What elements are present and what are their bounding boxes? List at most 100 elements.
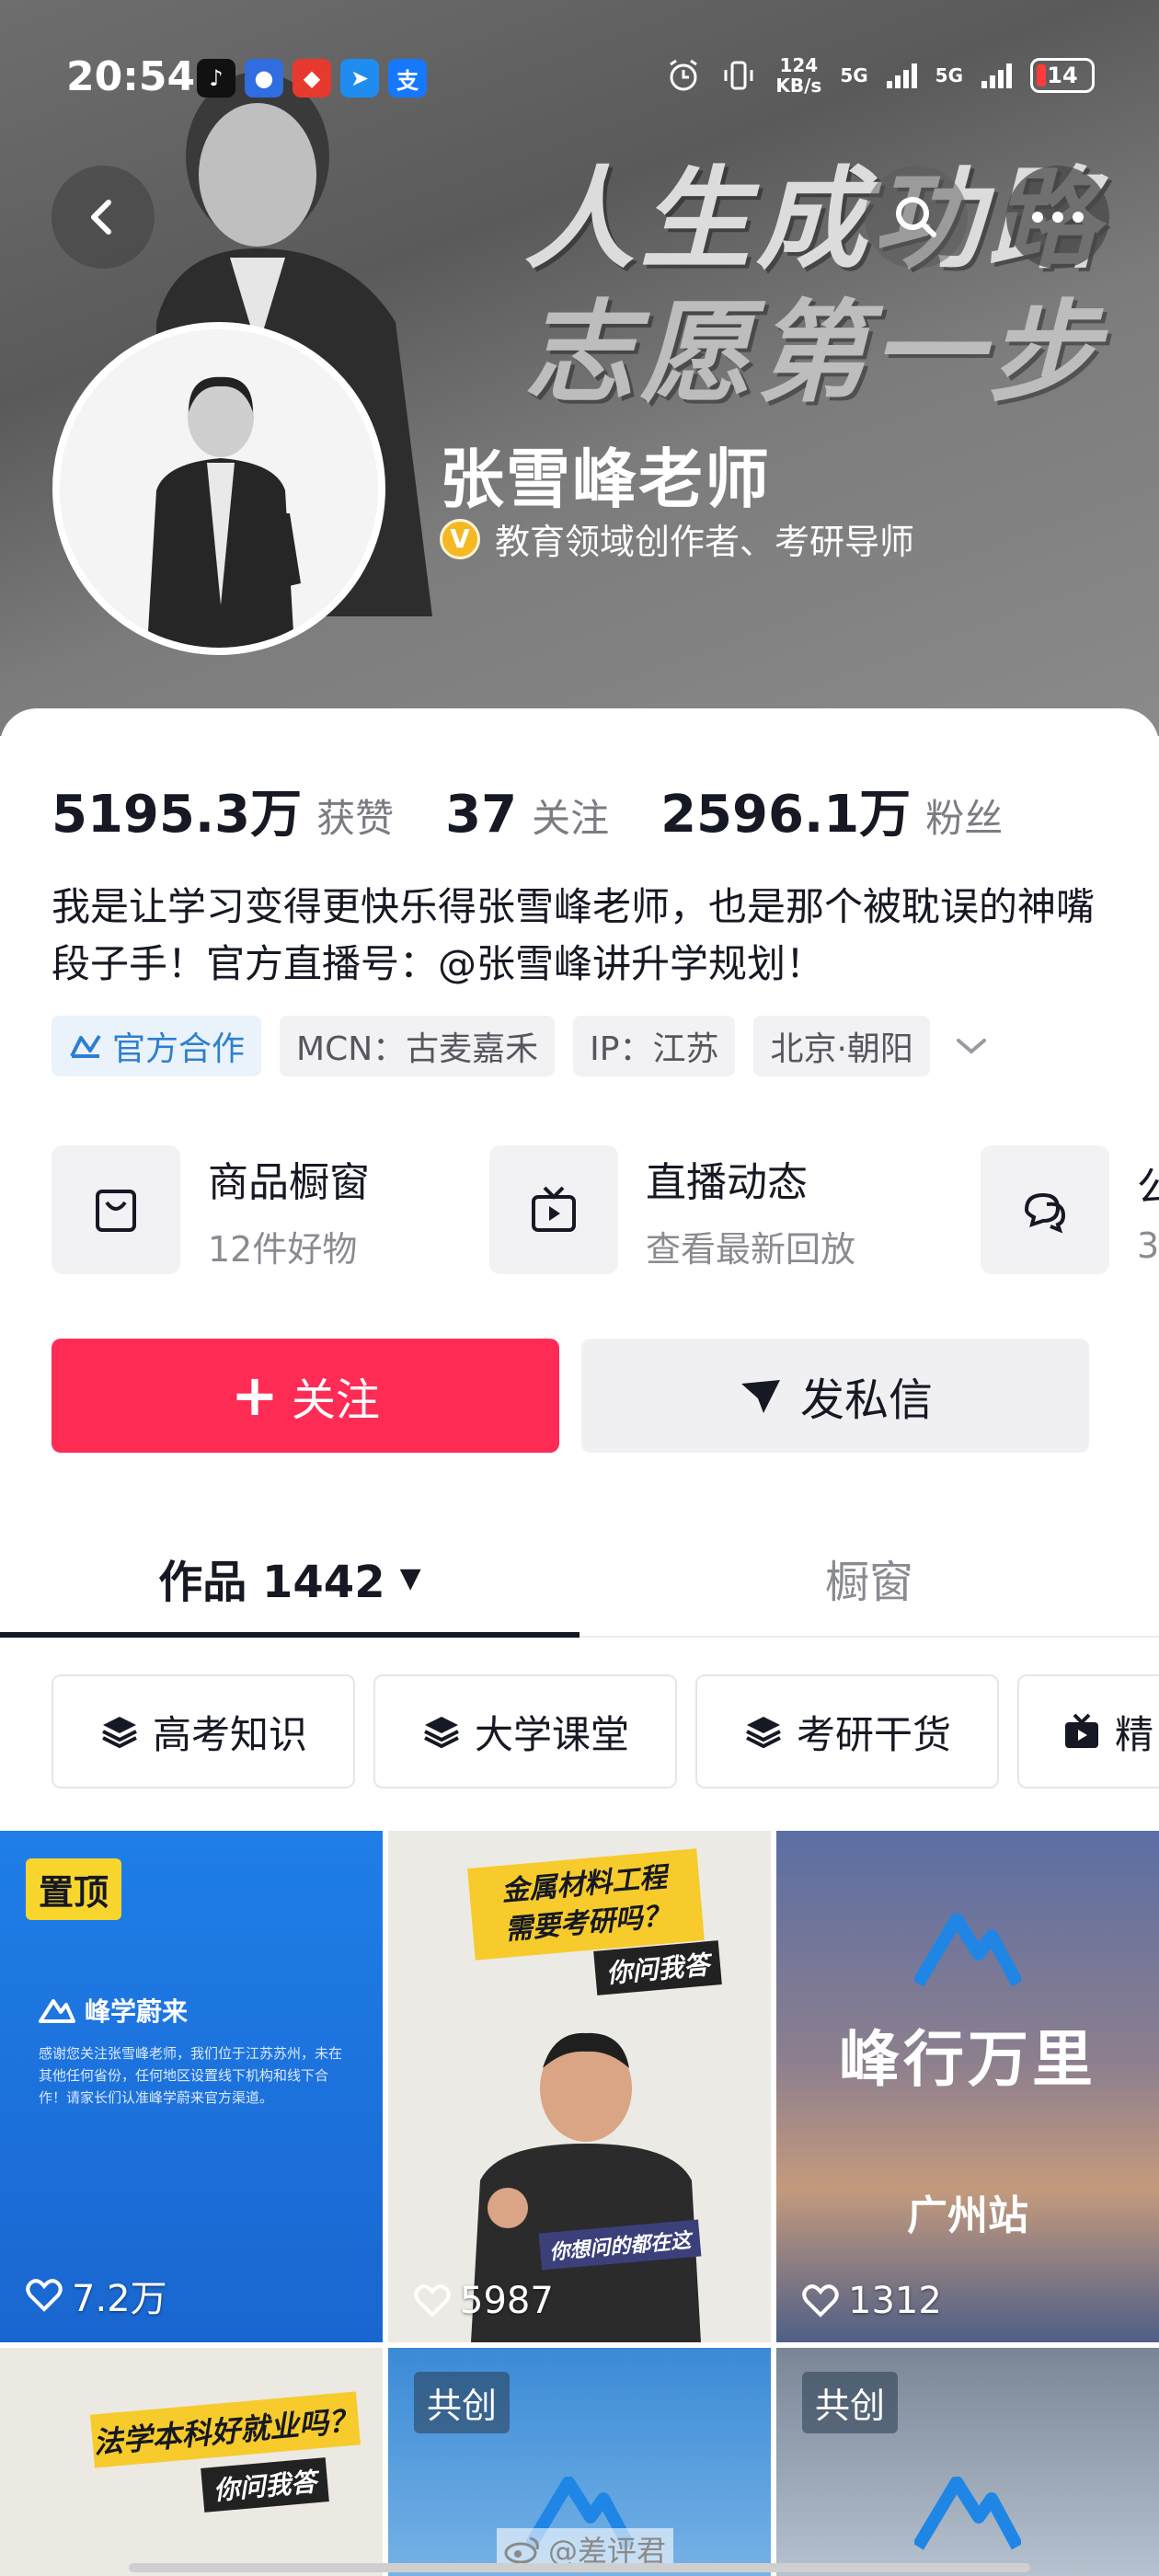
message-button[interactable]: 发私信	[581, 1339, 1089, 1453]
back-arrow-icon	[91, 200, 111, 235]
expand-tags-button[interactable]	[948, 1016, 994, 1076]
tab-window[interactable]: 橱窗	[580, 1518, 1159, 1638]
co-creation-badge: 共创	[802, 2372, 899, 2433]
stat-followers-label: 粉丝	[925, 796, 1004, 841]
tab-works-label: 作品 1442	[158, 1557, 385, 1608]
video-likes: 7.2万	[26, 2269, 167, 2322]
caret-down-icon: ▼	[399, 1561, 421, 1594]
layers-icon	[102, 1717, 137, 1749]
profile-name: 张雪峰老师	[440, 442, 771, 517]
chip-university[interactable]: 大学课堂	[373, 1674, 677, 1788]
message-label: 发私信	[799, 1374, 933, 1426]
stat-likes-value: 5195.3万	[52, 785, 303, 845]
more-button[interactable]	[1006, 166, 1109, 269]
collection-chips: 高考知识 大学课堂 考研干货 精	[52, 1674, 1159, 1788]
signal-5g-1: 5G	[840, 64, 868, 86]
follow-button[interactable]: + 关注	[52, 1339, 559, 1453]
active-tab-indicator	[0, 1632, 580, 1638]
battery-icon: 14	[1030, 58, 1095, 93]
feature-group-sub: 3	[1137, 1225, 1159, 1266]
feature-live-title: 直播动态	[646, 1158, 808, 1206]
mountain-logo-icon	[914, 2477, 1021, 2550]
tv-icon	[1065, 1713, 1098, 1748]
layers-icon	[746, 1717, 781, 1749]
profile-bio: 我是让学习变得更快乐得张雪峰老师，也是那个被耽误的神嘴段子手！官方直播号：@张雪…	[52, 884, 1096, 986]
avatar-portrait	[60, 329, 378, 648]
location-tag: 北京·朝阳	[753, 1016, 930, 1076]
chip-featured-label: 精	[1115, 1711, 1154, 1757]
video-title-card: 法学本科好就业吗？	[90, 2391, 361, 2468]
video-item[interactable]: 置顶 峰学蔚来 感谢您关注张雪峰老师，我们位于江苏苏州，未在其他任何省份，任何地…	[0, 1831, 383, 2342]
video-item[interactable]: 共创	[776, 2348, 1159, 2576]
heart-icon	[802, 2284, 839, 2317]
chip-gaokao-label: 高考知识	[152, 1711, 307, 1757]
vibrate-icon	[724, 61, 753, 90]
video-title: 峰行万里	[839, 2024, 1096, 2095]
stat-followers-value: 2596.1万	[660, 785, 912, 845]
video-likes: 5987	[414, 2280, 554, 2322]
chip-featured[interactable]: 精	[1017, 1674, 1159, 1788]
tab-works[interactable]: 作品 1442 ▼	[0, 1518, 580, 1638]
tiktok-icon: ♪	[197, 59, 235, 98]
layers-icon	[424, 1717, 459, 1749]
tv-icon	[489, 1145, 618, 1274]
stat-following-value: 37	[445, 785, 518, 845]
video-item[interactable]: 法学本科好就业吗？ 你问我答	[0, 2348, 383, 2576]
mcn-tag: MCN：古麦嘉禾	[280, 1016, 556, 1076]
bag-icon	[52, 1145, 180, 1274]
profile-banner: 人生成功路 志愿第一步 20:54 ♪ ● ◆ ➤ 支 124 KB/s 5G …	[0, 0, 1159, 736]
video-answer-tag: 你问我答	[201, 2457, 329, 2513]
slogan-line2: 志愿第一步	[524, 290, 1104, 418]
video-answer-tag: 你问我答	[593, 1940, 722, 1995]
profile-stats: 5195.3万 获赞 37 关注 2596.1万 粉丝	[52, 773, 1054, 847]
chip-gaokao[interactable]: 高考知识	[52, 1674, 355, 1788]
official-cooperation-tag[interactable]: 官方合作	[52, 1016, 262, 1076]
certification-row: V 教育领域创作者、考研导师	[440, 513, 914, 564]
stat-likes-label: 获赞	[316, 796, 395, 841]
send-icon	[740, 1380, 780, 1413]
feature-live[interactable]: 直播动态 查看最新回放	[489, 1145, 855, 1274]
stat-following[interactable]: 37 关注	[445, 785, 609, 845]
profile-tags: 官方合作 MCN：古麦嘉禾 IP：江苏 北京·朝阳	[52, 1016, 994, 1076]
mountain-logo-icon	[914, 1914, 1021, 1987]
search-button[interactable]	[865, 166, 968, 269]
video-item[interactable]: 金属材料工程 需要考研吗？ 你问我答 你想问的都在这 5987	[388, 1831, 771, 2342]
chip-kaoyan[interactable]: 考研干货	[695, 1674, 999, 1788]
bank-icon: ◆	[293, 59, 331, 98]
tab-window-label: 橱窗	[824, 1557, 913, 1608]
ip-location-tag: IP：江苏	[573, 1016, 736, 1076]
notification-icons: ♪ ● ◆ ➤ 支	[197, 59, 427, 98]
content-tabs: 作品 1442 ▼ 橱窗	[0, 1518, 1159, 1638]
heart-icon	[26, 2279, 63, 2312]
verified-badge-icon: V	[440, 518, 480, 559]
avatar[interactable]	[52, 322, 385, 655]
feature-live-sub: 查看最新回放	[646, 1228, 856, 1270]
arrow-app-icon: ➤	[340, 59, 379, 98]
feature-group[interactable]: 公 3	[981, 1145, 1159, 1274]
video-item[interactable]: 峰行万里 广州站 1312	[776, 1831, 1159, 2342]
follow-label: 关注	[291, 1374, 380, 1426]
video-notice-text: 感谢您关注张雪峰老师，我们位于江苏苏州，未在其他任何省份，任何地区设置线下机构和…	[39, 2045, 343, 2106]
video-brand: 峰学蔚来	[39, 1992, 188, 2029]
status-bar: 20:54 ♪ ● ◆ ➤ 支 124 KB/s 5G 5G 14	[0, 46, 1159, 110]
scroll-indicator	[129, 2563, 1030, 2572]
mountain-logo-icon	[39, 1999, 75, 2023]
more-dots-icon	[1032, 212, 1084, 223]
stat-likes[interactable]: 5195.3万 获赞	[52, 773, 394, 847]
feature-shop-title: 商品橱窗	[208, 1158, 370, 1206]
signal-bars-icon	[886, 63, 917, 88]
back-button[interactable]	[52, 166, 155, 269]
baidu-icon: ●	[245, 59, 283, 98]
feature-shop-window[interactable]: 商品橱窗 12件好物	[52, 1145, 370, 1274]
chip-university-label: 大学课堂	[474, 1711, 629, 1757]
stat-following-label: 关注	[532, 796, 610, 841]
pinned-badge: 置顶	[26, 1858, 122, 1920]
feature-shop-sub: 12件好物	[208, 1228, 358, 1270]
system-icons: 124 KB/s 5G 5G 14	[665, 55, 1095, 96]
network-speed: 124 KB/s	[775, 54, 822, 97]
stat-followers[interactable]: 2596.1万 粉丝	[660, 773, 1003, 847]
certification-text: 教育领域创作者、考研导师	[495, 522, 915, 562]
signal-5g-2: 5G	[935, 64, 963, 86]
handshake-icon	[70, 1034, 101, 1058]
alarm-icon	[670, 59, 698, 91]
